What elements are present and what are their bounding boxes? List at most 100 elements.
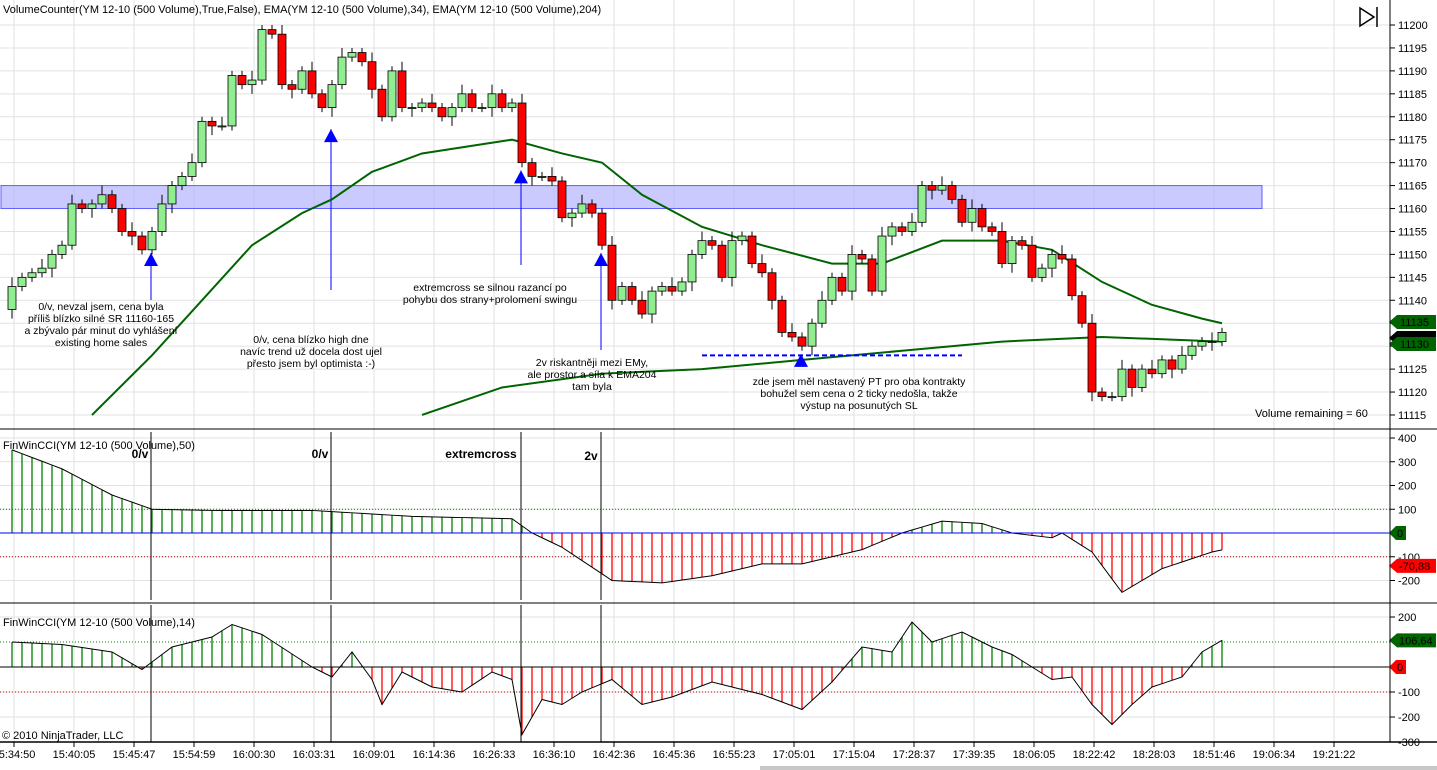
y-tick-label: -100 <box>1398 687 1420 699</box>
y-tick-label: 11195 <box>1398 43 1427 55</box>
zero-marker: 0 <box>1389 526 1406 540</box>
x-tick-label: 18:28:03 <box>1133 749 1176 761</box>
candle-up <box>167 185 177 205</box>
candle-down <box>287 84 297 90</box>
candle-up <box>647 290 657 315</box>
candle-down <box>587 203 597 214</box>
candle-up <box>737 235 747 242</box>
candle-down <box>717 244 727 278</box>
candle-down <box>207 120 217 127</box>
candle-down <box>747 235 757 264</box>
svg-text:bohužel sem cena o 2 ticky ned: bohužel sem cena o 2 ticky nedošla, takž… <box>760 388 957 400</box>
y-tick-label: 11125 <box>1398 364 1427 376</box>
y-tick-label: 11140 <box>1398 295 1427 307</box>
candle-up <box>507 102 517 108</box>
candle-up <box>1157 359 1167 375</box>
candle-down <box>117 208 127 232</box>
annotation-4: 2v riskantněji mezi EMy, ale prostor a s… <box>528 357 657 393</box>
candle-up <box>967 208 977 223</box>
zero-marker: 0 <box>1389 660 1406 674</box>
sr-zone <box>0 185 1263 210</box>
price-marker: 11130 <box>1389 337 1436 351</box>
candle-up <box>937 185 947 191</box>
signal-label-0v-2: 0/v <box>312 447 329 461</box>
y-tick-label: 100 <box>1398 504 1416 516</box>
annotation-1: 0/v, nevzal jsem, cena byla příliš blízk… <box>25 301 178 349</box>
candle-up <box>1107 396 1117 399</box>
candle-up <box>407 107 417 109</box>
candle-down <box>557 180 567 219</box>
up-arrow-icon <box>324 129 338 143</box>
y-tick-label: 11170 <box>1398 158 1427 170</box>
candle-up <box>887 226 897 237</box>
zero-marker-label: 0 <box>1397 662 1403 674</box>
candle-down <box>627 286 637 301</box>
x-tick-label: 16:03:31 <box>293 749 336 761</box>
chart-nav-icon[interactable] <box>1359 6 1378 28</box>
x-tick-label: 19:21:22 <box>1313 749 1356 761</box>
x-tick-label: 15:34:50 <box>0 749 35 761</box>
candle-up <box>477 107 487 109</box>
candle-down <box>357 52 367 63</box>
candle-down <box>277 33 287 86</box>
svg-text:výstup na posunutých SL: výstup na posunutých SL <box>800 400 917 412</box>
svg-text:0/v, cena blízko high dne: 0/v, cena blízko high dne <box>253 334 369 346</box>
x-tick-label: 16:42:36 <box>593 749 636 761</box>
svg-text:a zbývalo pár minut do vyhláše: a zbývalo pár minut do vyhlášení <box>25 325 178 337</box>
x-tick-label: 18:51:46 <box>1193 749 1236 761</box>
candle-up <box>1117 368 1127 398</box>
cci14-panel <box>0 605 1390 742</box>
candle-up <box>297 70 307 90</box>
candle-down <box>1097 391 1107 398</box>
y-tick-label: 11160 <box>1398 204 1427 216</box>
candle-up <box>417 102 427 108</box>
x-tick-label: 15:45:47 <box>113 749 156 761</box>
svg-text:tam byla: tam byla <box>572 381 612 393</box>
signal-label-0v-1: 0/v <box>132 447 149 461</box>
candle-down <box>307 70 317 95</box>
annotation-5: zde jsem měl nastavený PT pro oba kontra… <box>753 376 967 412</box>
candle-down <box>637 299 647 315</box>
x-tick-label: 17:05:01 <box>773 749 816 761</box>
y-tick-label: 11190 <box>1398 66 1427 78</box>
candle-down <box>837 276 847 292</box>
candle-up <box>327 84 337 108</box>
ninjatrader-chart: 15:34:50 15:40:05 15:45:47 15:54:59 16:00:30… <box>0 0 1437 770</box>
candle-up <box>457 93 467 108</box>
last-value-label: 106,64 <box>1399 635 1433 647</box>
candle-up <box>157 203 167 232</box>
candle-up <box>47 253 57 269</box>
candle-down <box>667 286 677 292</box>
x-tick-label: 17:15:04 <box>833 749 876 761</box>
horizontal-scrollbar[interactable] <box>760 766 1437 770</box>
candle-up <box>197 120 207 164</box>
candle-up <box>27 272 37 278</box>
candle-down <box>1127 368 1137 388</box>
candle-down <box>497 93 507 108</box>
y-tick-label: 11175 <box>1398 135 1427 147</box>
y-tick-label: 11180 <box>1398 112 1427 124</box>
candle-up <box>1037 267 1047 278</box>
candle-up <box>1197 341 1207 347</box>
candle-down <box>707 240 717 246</box>
x-tick-label: 15:54:59 <box>173 749 216 761</box>
candle-down <box>137 235 147 251</box>
x-tick-label: 16:36:10 <box>533 749 576 761</box>
candle-up <box>97 194 107 205</box>
candle-up <box>447 107 457 118</box>
y-tick-label: 11165 <box>1398 181 1427 193</box>
candle-up <box>187 162 197 177</box>
up-arrow-icon <box>514 170 528 184</box>
candle-down <box>767 272 777 301</box>
candle-up <box>57 244 67 255</box>
candle-up <box>1177 354 1187 370</box>
y-tick-label: 11200 <box>1398 20 1428 32</box>
candle-up <box>217 125 227 128</box>
candle-up <box>1137 368 1147 388</box>
last-value-marker: 106,64 <box>1389 633 1436 648</box>
volume-remaining: Volume remaining = 60 <box>1255 408 1368 420</box>
up-arrow-icon <box>594 252 608 266</box>
x-tick-label: 17:28:37 <box>893 749 936 761</box>
candle-up <box>847 253 857 292</box>
cci14-title: FinWinCCI(YM 12-10 (500 Volume),14) <box>3 617 195 629</box>
